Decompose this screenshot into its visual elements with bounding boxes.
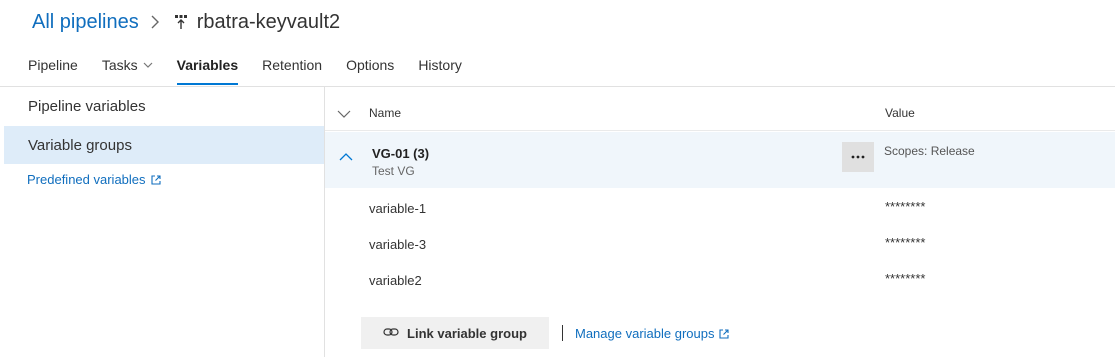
nav-variable-groups[interactable]: Variable groups — [4, 126, 324, 164]
variable-group-scope: Scopes: Release — [884, 144, 975, 158]
variable-value: ******** — [885, 235, 926, 250]
tab-pipeline[interactable]: Pipeline — [28, 52, 78, 86]
link-variable-group-label: Link variable group — [407, 325, 527, 341]
actions-separator — [562, 325, 563, 341]
table-row[interactable]: variable-1 ******** — [325, 190, 1115, 226]
link-icon — [383, 327, 399, 339]
table-row[interactable]: variable2 ******** — [325, 262, 1115, 298]
pipeline-title: rbatra-keyvault2 — [196, 10, 341, 33]
chevron-right-icon — [151, 15, 161, 29]
nav-pipeline-variables[interactable]: Pipeline variables — [4, 87, 324, 125]
tab-variables[interactable]: Variables — [176, 52, 239, 86]
variables-table-header: Name Value — [325, 87, 1115, 131]
external-link-icon — [150, 174, 161, 185]
tab-options[interactable]: Options — [346, 52, 394, 86]
variable-group-name: VG-01 (3) — [372, 146, 430, 161]
ellipsis-icon — [851, 155, 865, 159]
manage-variable-groups-link[interactable]: Manage variable groups — [575, 326, 730, 341]
tab-retention-label: Retention — [262, 57, 323, 73]
nav-variable-groups-label: Variable groups — [28, 136, 132, 154]
manage-variable-groups-label: Manage variable groups — [575, 326, 715, 341]
tab-options-label: Options — [346, 57, 395, 73]
variables-left-nav: Pipeline variables Variable groups Prede… — [0, 87, 324, 357]
tab-history[interactable]: History — [418, 52, 462, 86]
tab-history-label: History — [418, 57, 462, 73]
variable-name: variable2 — [369, 273, 422, 288]
more-actions-button[interactable] — [842, 142, 874, 172]
variable-group-description: Test VG — [372, 164, 415, 178]
column-header-name: Name — [369, 106, 402, 120]
collapse-all-chevron-icon[interactable] — [337, 105, 351, 118]
release-pipeline-icon — [173, 14, 189, 30]
variable-group-row[interactable]: VG-01 (3) Test VG Scopes: Release — [325, 132, 1115, 188]
predefined-variables-link[interactable]: Predefined variables — [27, 172, 161, 187]
link-variable-group-button[interactable]: Link variable group — [361, 317, 549, 349]
nav-pipeline-variables-label: Pipeline variables — [28, 97, 146, 115]
variable-name: variable-1 — [369, 201, 427, 216]
tab-tasks-label: Tasks — [101, 57, 138, 73]
table-row[interactable]: variable-3 ******** — [325, 226, 1115, 262]
release-pipeline-variables-page: All pipelines rbatra-keyvault2 Pipeline … — [0, 0, 1115, 357]
tab-retention[interactable]: Retention — [262, 52, 322, 86]
variable-name: variable-3 — [369, 237, 427, 252]
breadcrumb: All pipelines rbatra-keyvault2 — [32, 8, 340, 36]
tab-tasks[interactable]: Tasks — [102, 52, 153, 86]
predefined-variables-label: Predefined variables — [27, 172, 146, 187]
column-header-value: Value — [885, 106, 915, 120]
variable-value: ******** — [885, 199, 926, 214]
variable-value: ******** — [885, 271, 926, 286]
tab-pipeline-label: Pipeline — [28, 57, 78, 73]
external-link-icon — [719, 328, 730, 339]
tab-variables-label: Variables — [176, 57, 239, 73]
all-pipelines-link[interactable]: All pipelines — [32, 11, 139, 34]
chevron-down-icon — [143, 52, 153, 78]
tab-bar: Pipeline Tasks Variables Retention Optio… — [28, 52, 486, 86]
chevron-up-icon[interactable] — [339, 148, 353, 161]
